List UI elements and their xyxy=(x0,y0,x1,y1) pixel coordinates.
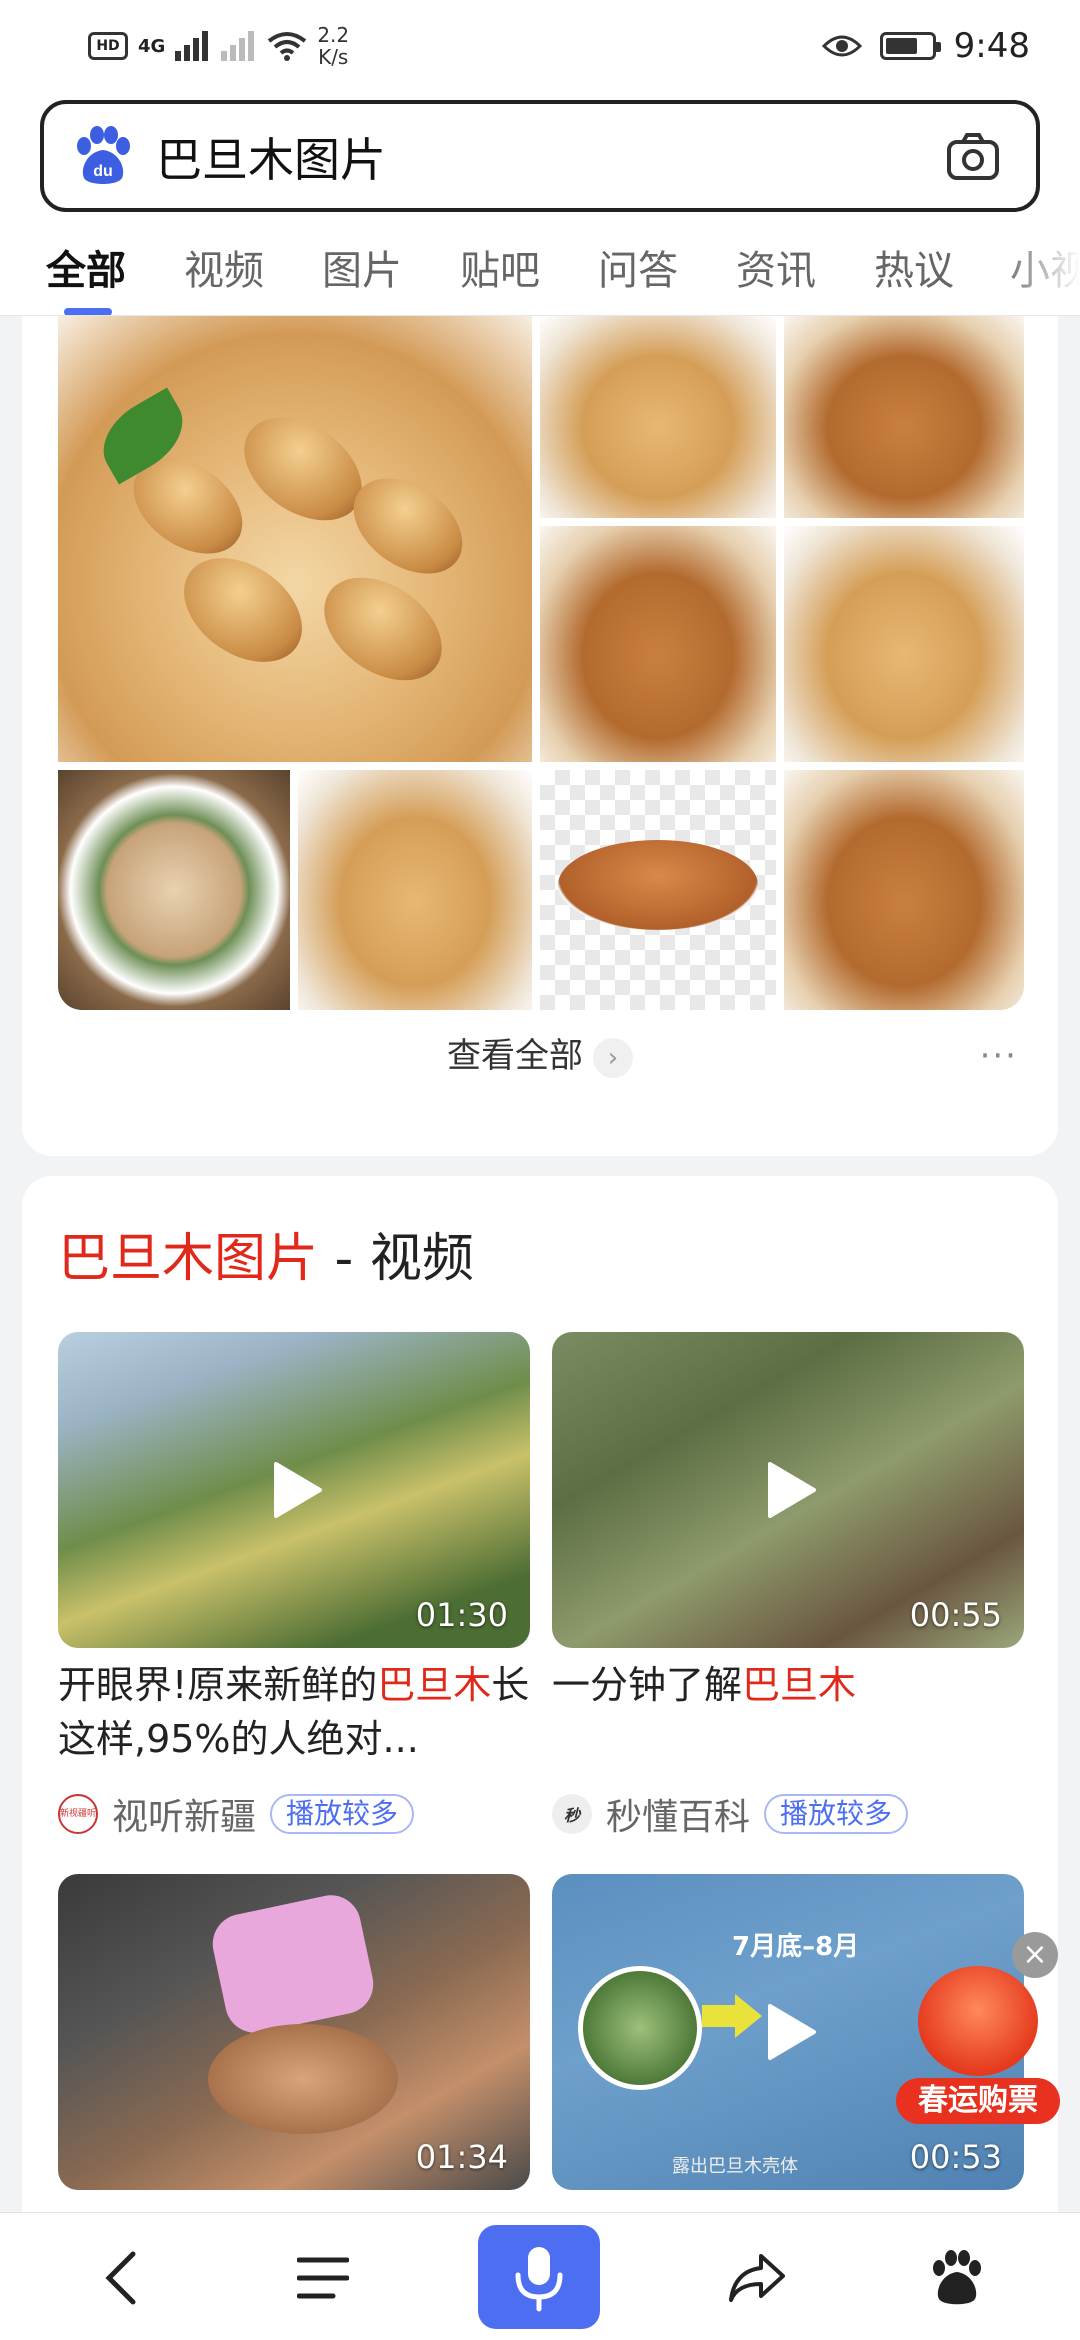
spring-travel-promo[interactable]: 春运购票 xyxy=(896,1966,1060,2126)
active-tab-indicator xyxy=(64,308,112,315)
baidu-paw-icon xyxy=(933,2250,981,2305)
image-result-3[interactable] xyxy=(784,316,1024,518)
menu-icon xyxy=(297,2257,349,2299)
video-source-2[interactable]: 秒 秒懂百科 播放较多 xyxy=(552,1788,909,1840)
video-duration: 00:55 xyxy=(909,1596,1002,1634)
popular-tag: 播放较多 xyxy=(270,1794,415,1834)
battery-fill xyxy=(885,38,917,54)
video-section-title[interactable]: 巴旦木图片 - 视频 xyxy=(58,1216,474,1291)
search-bar-area: du 巴旦木图片 xyxy=(0,90,1080,230)
category-tabs: 全部 视频 图片 贴吧 问答 资讯 热议 小视 xyxy=(0,230,1080,316)
channel-avatar: 新视疆听 xyxy=(58,1794,98,1834)
bottom-navigation xyxy=(0,2212,1080,2340)
tab-fade xyxy=(1000,230,1080,315)
title-highlight: 巴旦木图片 xyxy=(58,1229,319,1289)
avatar-text: 秒 xyxy=(563,1806,580,1825)
back-button[interactable] xyxy=(86,2243,156,2313)
play-icon xyxy=(768,2004,816,2060)
video-overlay-caption: 露出巴旦木壳体 xyxy=(672,2156,798,2177)
view-all-label: 查看全部 xyxy=(447,1036,583,1076)
hd-indicator: HD xyxy=(88,32,128,60)
image-result-1[interactable] xyxy=(58,316,532,762)
title-text: 开眼界!原来新鲜的 xyxy=(58,1663,378,1707)
speed-value: 2.2 xyxy=(317,23,350,47)
video-overlay-text: 7月底–8月 xyxy=(732,1932,860,1962)
image-result-9[interactable] xyxy=(784,770,1024,1010)
avatar-text: 新视疆听 xyxy=(60,1809,97,1819)
video-thumbnail-3[interactable]: 01:34 xyxy=(58,1874,530,2190)
search-query[interactable]: 巴旦木图片 xyxy=(156,124,386,190)
video-title-2[interactable]: 一分钟了解巴旦木 xyxy=(552,1658,1024,1712)
eye-icon xyxy=(821,35,862,57)
channel-avatar: 秒 xyxy=(552,1794,592,1834)
menu-button[interactable] xyxy=(288,2243,358,2313)
network-speed: 2.2 K/s xyxy=(317,24,349,68)
image-result-7[interactable] xyxy=(298,770,532,1010)
image-grid xyxy=(58,316,1024,1010)
video-thumbnail-2[interactable]: 00:55 xyxy=(552,1332,1024,1648)
image-result-4[interactable] xyxy=(540,526,776,762)
title-highlight-text: 巴旦木 xyxy=(377,1663,492,1707)
chevron-right-icon: › xyxy=(593,1037,633,1078)
status-bar: HD 4G 2.2 K/s 9:48 xyxy=(0,0,1080,90)
baidu-home-button[interactable] xyxy=(922,2243,992,2313)
tab-images[interactable]: 图片 xyxy=(322,238,402,296)
image-result-6[interactable] xyxy=(58,770,290,1010)
speed-unit: K/s xyxy=(318,45,349,69)
voice-search-button[interactable] xyxy=(478,2225,600,2329)
tab-discussion[interactable]: 热议 xyxy=(874,238,954,296)
microphone-icon xyxy=(515,2247,563,2312)
baidu-logo-icon[interactable]: du xyxy=(74,126,132,186)
search-box[interactable]: du 巴旦木图片 xyxy=(40,100,1040,212)
back-icon xyxy=(105,2251,136,2305)
title-rest: - 视频 xyxy=(318,1229,474,1289)
video-duration: 01:34 xyxy=(415,2138,508,2176)
view-all-images-link[interactable]: 查看全部 › xyxy=(22,1016,1058,1096)
share-button[interactable] xyxy=(722,2243,792,2313)
more-options-icon[interactable]: ··· xyxy=(980,1016,1018,1096)
channel-name: 秒懂百科 xyxy=(606,1797,751,1838)
video-duration: 00:53 xyxy=(909,2138,1002,2176)
tab-tieba[interactable]: 贴吧 xyxy=(460,238,540,296)
image-result-8[interactable] xyxy=(540,770,776,1010)
image-result-5[interactable] xyxy=(784,526,1024,762)
video-duration: 01:30 xyxy=(415,1596,508,1634)
channel-name: 视听新疆 xyxy=(112,1797,257,1838)
tab-all[interactable]: 全部 xyxy=(46,238,126,296)
play-icon xyxy=(274,1462,322,1518)
share-icon xyxy=(729,2254,785,2302)
video-thumbnail-1[interactable]: 01:30 xyxy=(58,1332,530,1648)
logo-text: du xyxy=(93,163,113,180)
signal-icon xyxy=(175,31,209,61)
title-highlight-text: 巴旦木 xyxy=(742,1663,857,1707)
video-title-1[interactable]: 开眼界!原来新鲜的巴旦木长这样,95%的人绝对... xyxy=(58,1658,530,1766)
popular-tag: 播放较多 xyxy=(764,1794,909,1834)
video-source-1[interactable]: 新视疆听 视听新疆 播放较多 xyxy=(58,1788,415,1840)
network-type: 4G xyxy=(138,35,166,57)
wifi-icon xyxy=(268,32,307,61)
camera-icon[interactable] xyxy=(946,132,1000,182)
tab-news[interactable]: 资讯 xyxy=(736,238,816,296)
tab-video[interactable]: 视频 xyxy=(184,238,264,296)
clock: 9:48 xyxy=(953,26,1030,66)
promo-label: 春运购票 xyxy=(896,2078,1060,2124)
image-result-2[interactable] xyxy=(540,316,776,518)
signal-2-icon xyxy=(221,31,255,61)
title-text: 一分钟了解 xyxy=(552,1663,743,1707)
battery-icon xyxy=(879,32,941,60)
play-icon xyxy=(768,1462,816,1518)
mascot-icon xyxy=(918,1966,1038,2076)
tab-qa[interactable]: 问答 xyxy=(598,238,678,296)
image-results-card: 查看全部 › ··· xyxy=(22,316,1058,1156)
